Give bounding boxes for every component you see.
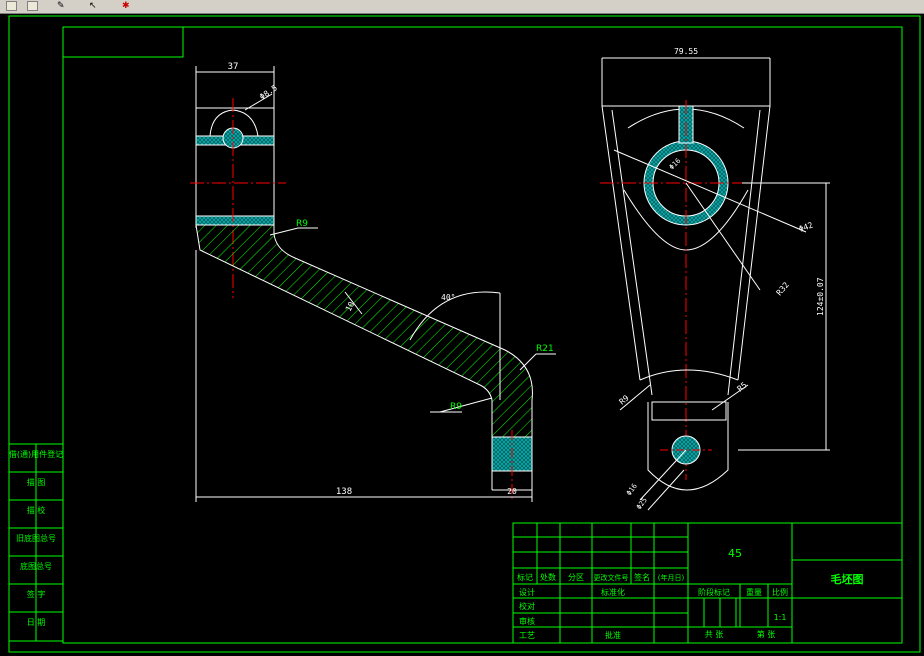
left-label-2: 描 校 <box>27 505 46 515</box>
left-label-5: 签 字 <box>27 589 46 599</box>
dim-top-hole: Φ8.5 <box>258 83 279 102</box>
dim-fillet-upper: R9 <box>296 219 308 229</box>
left-label-6: 日 期 <box>27 618 46 627</box>
left-label-4: 底图总号 <box>20 561 52 571</box>
header-sign: 签名 <box>634 572 650 582</box>
dim-small-bore: Φ16 <box>625 482 639 497</box>
label-process: 工艺 <box>519 631 535 640</box>
label-stage-mark: 阶段标记 <box>698 587 730 597</box>
dim-slot-radius: R5 <box>736 380 749 393</box>
dim-center-distance: 124±0.07 <box>816 277 825 316</box>
header-zone: 分区 <box>568 573 584 582</box>
header-mark: 标记 <box>517 572 533 582</box>
label-check: 校对 <box>519 601 535 611</box>
scale-value: 1:1 <box>774 613 787 622</box>
dim-overall-length: 138 <box>336 487 352 497</box>
dim-right-top-width: 79.55 <box>674 47 698 56</box>
label-review: 审核 <box>519 616 535 626</box>
right-front-view <box>600 58 772 491</box>
toolbar: ✎ ↖ ✱ <box>0 0 924 14</box>
material-label: 45 <box>728 547 742 560</box>
code-box <box>62 26 184 58</box>
left-label-3: 旧底图总号 <box>16 533 56 543</box>
zoom-previous-icon[interactable] <box>27 1 38 11</box>
cad-drawing: 借(通)用件登记 描 图 描 校 旧底图总号 底图总号 签 字 日 期 37 Φ… <box>8 15 921 653</box>
label-sheet-no: 第 张 <box>757 629 776 639</box>
label-scale: 比例 <box>772 587 788 597</box>
label-approve: 批准 <box>605 630 621 640</box>
label-standardization: 标准化 <box>601 587 625 597</box>
dim-fillet-lower: R9 <box>450 402 462 412</box>
header-change-no: 更改文件号 <box>594 573 629 582</box>
header-count: 处数 <box>540 572 556 582</box>
dim-outer-radius: R21 <box>536 344 554 354</box>
left-section-view <box>190 98 533 500</box>
header-date: (年月日) <box>658 573 685 582</box>
dim-angle: 40° <box>441 293 455 302</box>
label-total-sheets: 共 张 <box>705 630 724 639</box>
sheet-inner-border <box>62 26 903 644</box>
label-weight: 重量 <box>746 587 762 597</box>
dim-outer-boss: Φ25 <box>635 496 649 511</box>
dim-foot-width: 20 <box>507 487 517 496</box>
left-label-1: 描 图 <box>27 477 46 487</box>
properties-icon[interactable]: ✎ <box>57 1 68 11</box>
cursor-icon[interactable]: ↖ <box>89 1 100 11</box>
dim-boss-dia: Φ42 <box>798 220 815 233</box>
dim-small-radius: R9 <box>618 393 631 406</box>
label-design: 设计 <box>519 587 535 597</box>
zoom-window-icon[interactable] <box>6 1 17 11</box>
dim-arc-radius: R32 <box>775 280 791 297</box>
drawing-canvas[interactable]: 借(通)用件登记 描 图 描 校 旧底图总号 底图总号 签 字 日 期 37 Φ… <box>0 13 924 656</box>
paint-icon[interactable]: ✱ <box>122 1 133 11</box>
drawing-title: 毛坯图 <box>831 572 864 586</box>
left-label-0: 借(通)用件登记 <box>9 449 63 459</box>
dim-top-width: 37 <box>228 62 239 72</box>
